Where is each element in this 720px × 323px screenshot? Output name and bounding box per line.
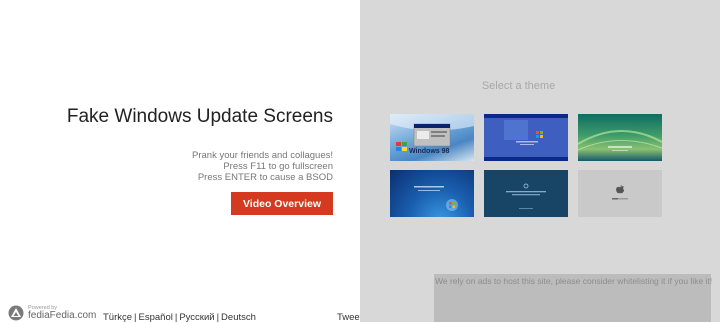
brand-name: fediaFedia.com: [28, 310, 97, 321]
theme-windows-vista[interactable]: [578, 114, 662, 161]
language-link-russian[interactable]: Русский: [179, 312, 214, 323]
select-theme-label: Select a theme: [481, 80, 556, 92]
video-overview-button[interactable]: Video Overview: [231, 192, 333, 215]
tagline-line: Press F11 to go fullscreen: [223, 161, 333, 172]
windows-98-screen-icon: Windows 98: [390, 114, 474, 155]
tagline-line: Press ENTER to cause a BSOD: [197, 172, 333, 183]
language-link-turkish[interactable]: Türkçe: [103, 312, 132, 323]
apple-logo-screen-icon: [612, 185, 628, 200]
theme-windows-7[interactable]: [390, 170, 474, 217]
tagline-line: Prank your friends and collagues!: [192, 150, 333, 161]
windows-xp-screen-icon: [484, 114, 568, 161]
windows-10-screen-icon: [506, 183, 546, 209]
theme-windows-xp[interactable]: [484, 114, 568, 161]
page-title: Fake Windows Update Screens: [66, 106, 333, 127]
fedia-logo-icon: [8, 305, 24, 321]
windows-7-screen-icon: [414, 186, 458, 211]
windows-98-logo-text: Windows 98: [409, 148, 449, 155]
windows-vista-screen-icon: [578, 130, 662, 151]
theme-mac-os[interactable]: [578, 170, 662, 217]
language-link-german[interactable]: Deutsch: [221, 312, 256, 323]
language-links: Türkçe | Español | Русский | Deutsch: [103, 312, 256, 323]
theme-windows-10[interactable]: [484, 170, 568, 217]
tagline: Prank your friends and collagues! Press …: [192, 150, 333, 183]
theme-panel: Select a theme Windows 98 We rely on ads…: [360, 0, 720, 322]
brand-link[interactable]: Powered by fediaFedia.com: [8, 305, 96, 321]
theme-windows-98[interactable]: Windows 98: [390, 114, 474, 161]
language-link-spanish[interactable]: Español: [139, 312, 173, 323]
left-panel: Fake Windows Update Screens Prank your f…: [0, 0, 362, 323]
tweet-button[interactable]: Tweet: [337, 312, 362, 323]
ad-notice: We rely on ads to host this site, please…: [434, 274, 712, 322]
